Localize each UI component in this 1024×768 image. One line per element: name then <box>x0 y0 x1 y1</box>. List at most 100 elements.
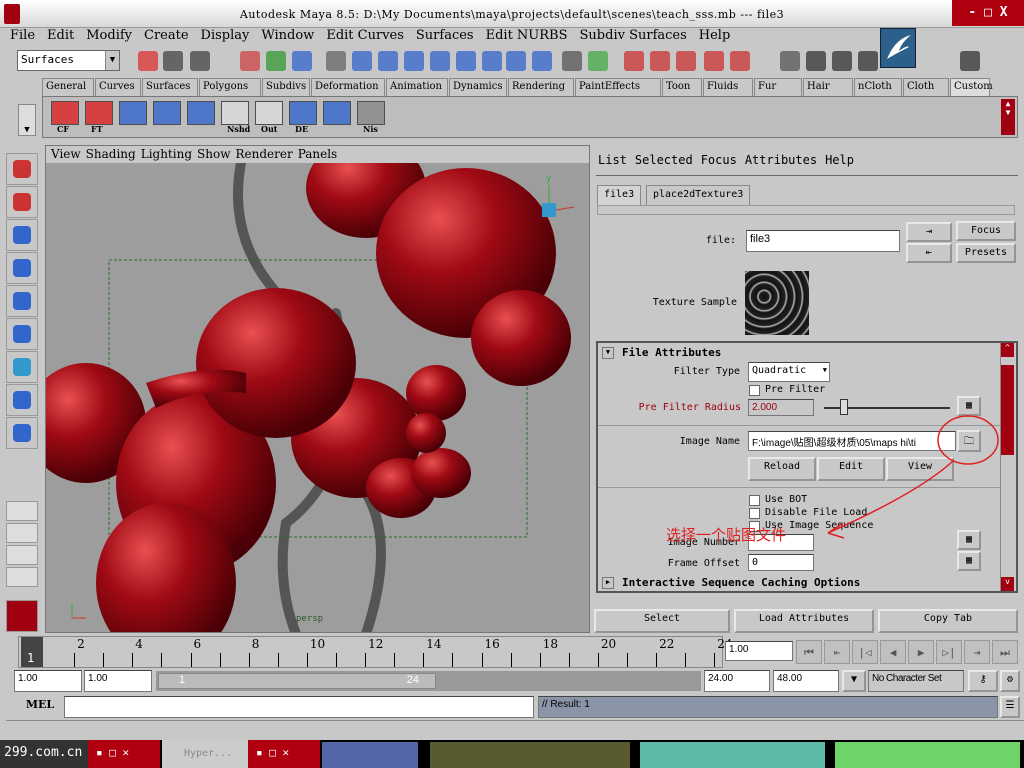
toolbar-tool-icon[interactable] <box>562 51 582 71</box>
shelf-item-icon[interactable] <box>289 101 317 125</box>
layout-four-icon[interactable] <box>6 523 38 543</box>
toolbar-tool-icon[interactable] <box>482 51 502 71</box>
viewport-menu-view[interactable]: View <box>51 147 81 161</box>
menu-display[interactable]: Display <box>201 28 250 43</box>
shelf-item-icon[interactable] <box>51 101 79 125</box>
shelf-tab-general[interactable]: General <box>42 78 94 96</box>
step-forward-key-icon[interactable]: ⇥ <box>964 640 990 664</box>
taskbar-item-hypershade[interactable]: Hyper... <box>162 740 248 768</box>
file-name-field[interactable]: file3 <box>746 230 900 252</box>
shelf-tab-custom[interactable]: Custom <box>950 78 993 96</box>
toolbar-tool-icon[interactable] <box>960 51 980 71</box>
toolbar-tool-icon[interactable] <box>832 51 852 71</box>
perspective-viewport[interactable]: View Shading Lighting Show Renderer Panels pe… <box>45 145 590 633</box>
shelf-tab-polygons[interactable]: Polygons <box>199 78 261 96</box>
menu-file[interactable]: File <box>10 28 35 43</box>
go-to-start-icon[interactable]: ⏮ <box>796 640 822 664</box>
toolbar-tool-icon[interactable] <box>704 51 724 71</box>
shelf-tab-deformation[interactable]: Deformation <box>311 78 385 96</box>
ae-menu-attributes[interactable]: Attributes <box>745 153 817 167</box>
auto-key-button[interactable]: ⚷ <box>968 670 998 692</box>
output-connection-button[interactable]: ⇤ <box>906 243 952 263</box>
playback-end-field[interactable]: 24.00 <box>704 670 770 692</box>
step-forward-frame-icon[interactable]: ▷| <box>936 640 962 664</box>
menu-edit[interactable]: Edit <box>47 28 74 43</box>
shelf-tab-rendering[interactable]: Rendering <box>508 78 574 96</box>
tool-icon[interactable] <box>6 219 38 251</box>
toolbar-tool-icon[interactable] <box>624 51 644 71</box>
toolbar-tool-icon[interactable] <box>292 51 312 71</box>
step-back-frame-icon[interactable]: |◁ <box>852 640 878 664</box>
command-mode-label[interactable]: MEL <box>20 698 60 716</box>
shelf-options[interactable]: ▼ <box>18 104 36 136</box>
texture-sample-swatch[interactable] <box>745 271 809 335</box>
shelf-item-icon[interactable] <box>323 101 351 125</box>
tool-icon[interactable] <box>6 186 38 218</box>
ae-menu-help[interactable]: Help <box>825 153 854 167</box>
tab-place2dtexture3[interactable]: place2dTexture3 <box>646 185 751 205</box>
range-slider[interactable]: 1 24 <box>156 671 701 691</box>
shelf-item-icon[interactable] <box>153 101 181 125</box>
tool-icon[interactable] <box>6 252 38 284</box>
menu-subdiv-surfaces[interactable]: Subdiv Surfaces <box>580 28 687 43</box>
toolbar-tool-icon[interactable] <box>780 51 800 71</box>
shelf-item-icon[interactable] <box>255 101 283 125</box>
shelf-item-icon[interactable] <box>85 101 113 125</box>
toolbar-tool-icon[interactable] <box>456 51 476 71</box>
toolbar-tool-icon[interactable] <box>404 51 424 71</box>
end-time-field[interactable]: 48.00 <box>773 670 839 692</box>
toolbar-tool-icon[interactable] <box>650 51 670 71</box>
menu-create[interactable]: Create <box>144 28 189 43</box>
tool-icon[interactable] <box>6 384 38 416</box>
maya-logo-icon[interactable] <box>6 600 38 632</box>
toolbar-tool-icon[interactable] <box>163 51 183 71</box>
go-to-end-icon[interactable]: ⏭ <box>992 640 1018 664</box>
toolbar-tool-icon[interactable] <box>730 51 750 71</box>
shelf-tab-curves[interactable]: Curves <box>95 78 141 96</box>
select-button[interactable]: Select <box>594 609 730 633</box>
menu-modify[interactable]: Modify <box>86 28 132 43</box>
toolbar-tool-icon[interactable] <box>378 51 398 71</box>
shelf-item-icon[interactable] <box>119 101 147 125</box>
view-cube-icon[interactable]: y <box>542 174 575 217</box>
tool-icon[interactable] <box>6 351 38 383</box>
menu-edit-nurbs[interactable]: Edit NURBS <box>486 28 568 43</box>
taskbar-window-controls[interactable]: ▪ □ ✕ <box>88 740 160 768</box>
toolbar-tool-icon[interactable] <box>430 51 450 71</box>
input-connection-button[interactable]: ⇥ <box>906 222 952 242</box>
toolbar-tool-icon[interactable] <box>676 51 696 71</box>
tool-icon[interactable] <box>6 153 38 185</box>
toolbar-tool-icon[interactable] <box>326 51 346 71</box>
taskbar-window-controls[interactable]: ▪ □ ✕ <box>248 740 320 768</box>
toolbar-tool-icon[interactable] <box>138 51 158 71</box>
character-set-field[interactable]: No Character Set <box>868 670 964 692</box>
shelf-tab-toon[interactable]: Toon <box>662 78 702 96</box>
tool-icon[interactable] <box>6 318 38 350</box>
layout-outliner-icon[interactable] <box>6 567 38 587</box>
toolbar-tool-icon[interactable] <box>588 51 608 71</box>
copy-tab-button[interactable]: Copy Tab <box>878 609 1018 633</box>
layout-single-icon[interactable] <box>6 501 38 521</box>
menu-edit-curves[interactable]: Edit Curves <box>326 28 404 43</box>
shelf-tab-surfaces[interactable]: Surfaces <box>142 78 198 96</box>
shelf-scroll[interactable]: ▲ ▼ <box>1001 99 1015 135</box>
shelf-tab-hair[interactable]: Hair <box>803 78 853 96</box>
range-slider-bar[interactable]: 1 24 <box>158 673 436 689</box>
taskbar-thumbnail[interactable] <box>322 742 418 768</box>
shelf-tab-cloth[interactable]: Cloth <box>903 78 949 96</box>
anim-preferences-button[interactable]: ⚙ <box>1000 670 1020 692</box>
character-set-dropdown[interactable]: ▼ <box>842 670 866 692</box>
shelf-tab-dynamics[interactable]: Dynamics <box>449 78 507 96</box>
tool-icon[interactable] <box>6 417 38 449</box>
toolbar-tool-icon[interactable] <box>190 51 210 71</box>
toolbar-tool-icon[interactable] <box>352 51 372 71</box>
shelf-tab-subdivs[interactable]: Subdivs <box>262 78 310 96</box>
play-backwards-icon[interactable]: ◀ <box>880 640 906 664</box>
shelf-item-icon[interactable] <box>357 101 385 125</box>
viewport-menu-renderer[interactable]: Renderer <box>235 147 292 161</box>
shelf-tab-fluids[interactable]: Fluids <box>703 78 753 96</box>
script-editor-button[interactable]: ☰ <box>1000 696 1020 718</box>
taskbar-thumbnail[interactable] <box>640 742 825 768</box>
time-slider[interactable]: 1 24681012141618202224 <box>18 636 733 668</box>
toolbar-tool-icon[interactable] <box>806 51 826 71</box>
